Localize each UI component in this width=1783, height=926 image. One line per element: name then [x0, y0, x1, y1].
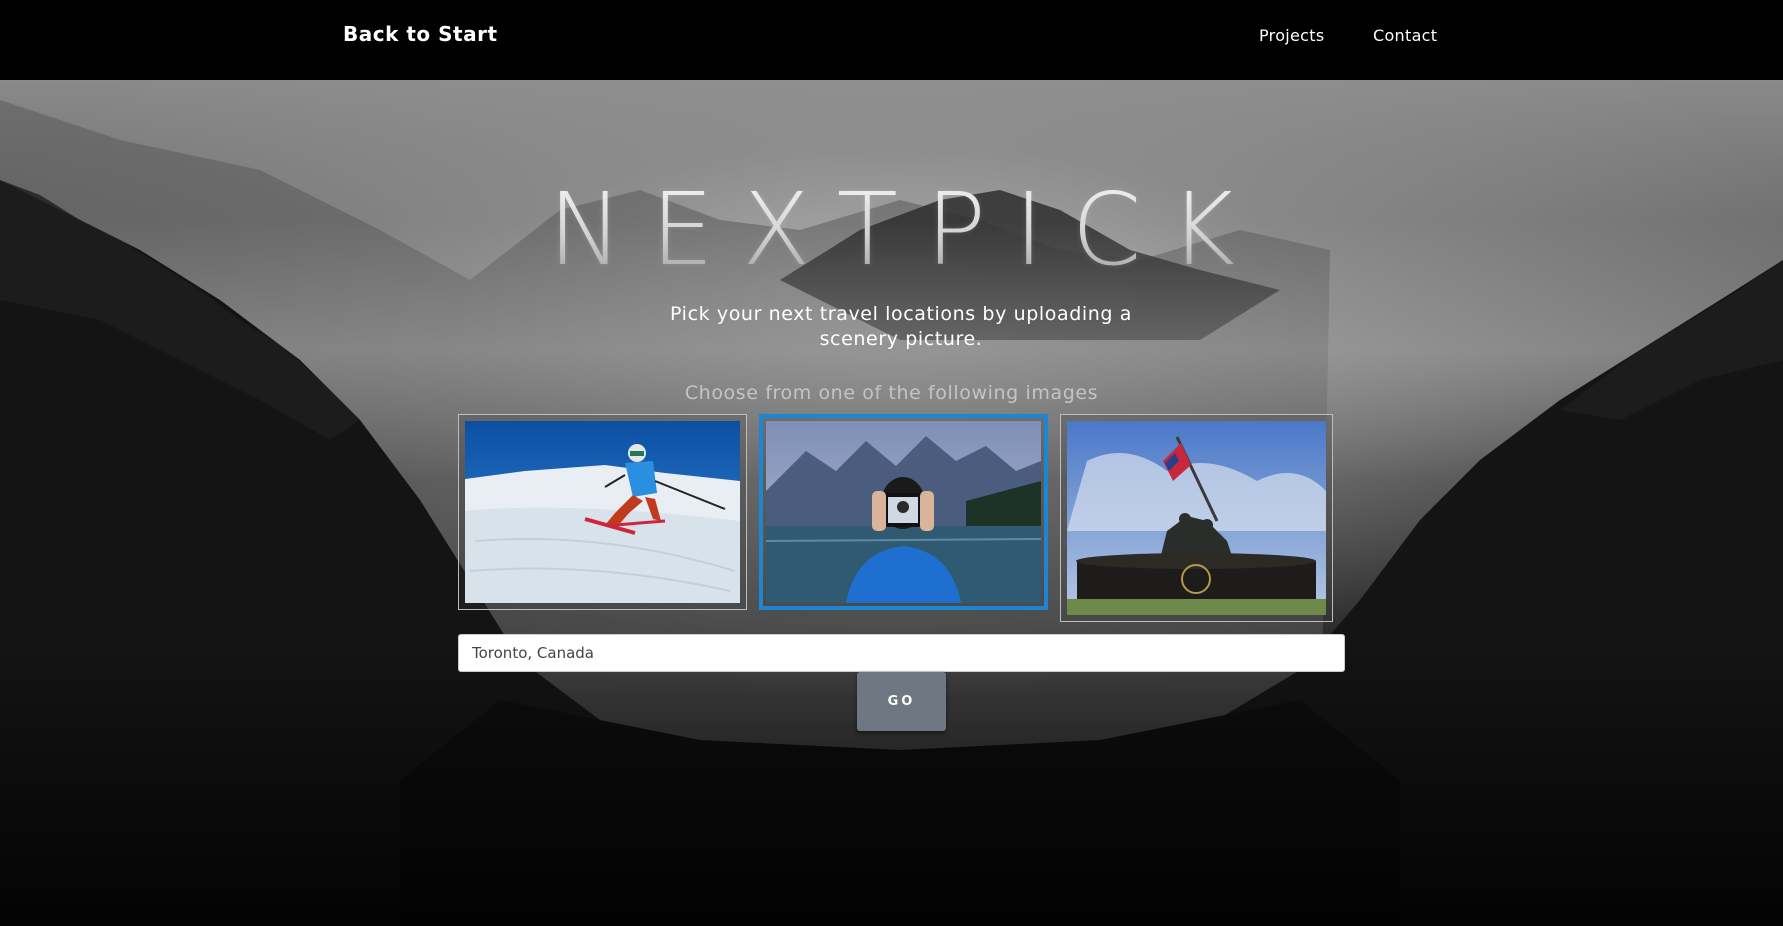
back-to-start-link[interactable]: Back to Start	[343, 22, 498, 46]
hero-section: NEXTPICK Pick your next travel locations…	[0, 80, 1783, 926]
app-title: NEXTPICK	[0, 180, 1783, 280]
image-option-memorial[interactable]	[1060, 414, 1333, 622]
choose-images-label: Choose from one of the following images	[684, 382, 1099, 404]
location-input[interactable]	[458, 634, 1345, 672]
image-option-skier[interactable]	[458, 414, 747, 610]
top-navbar: Back to Start Projects Contact	[0, 0, 1783, 80]
skier-photo-icon	[465, 421, 740, 603]
go-button[interactable]: GO	[857, 672, 946, 731]
app-subtitle: Pick your next travel locations by uploa…	[670, 303, 1132, 350]
nav-link-contact[interactable]: Contact	[1373, 26, 1437, 45]
selfie-lake-photo-icon	[766, 421, 1041, 603]
war-memorial-photo-icon	[1067, 421, 1326, 615]
image-option-selfie-lake[interactable]	[759, 414, 1048, 610]
nav-link-projects[interactable]: Projects	[1259, 26, 1324, 45]
